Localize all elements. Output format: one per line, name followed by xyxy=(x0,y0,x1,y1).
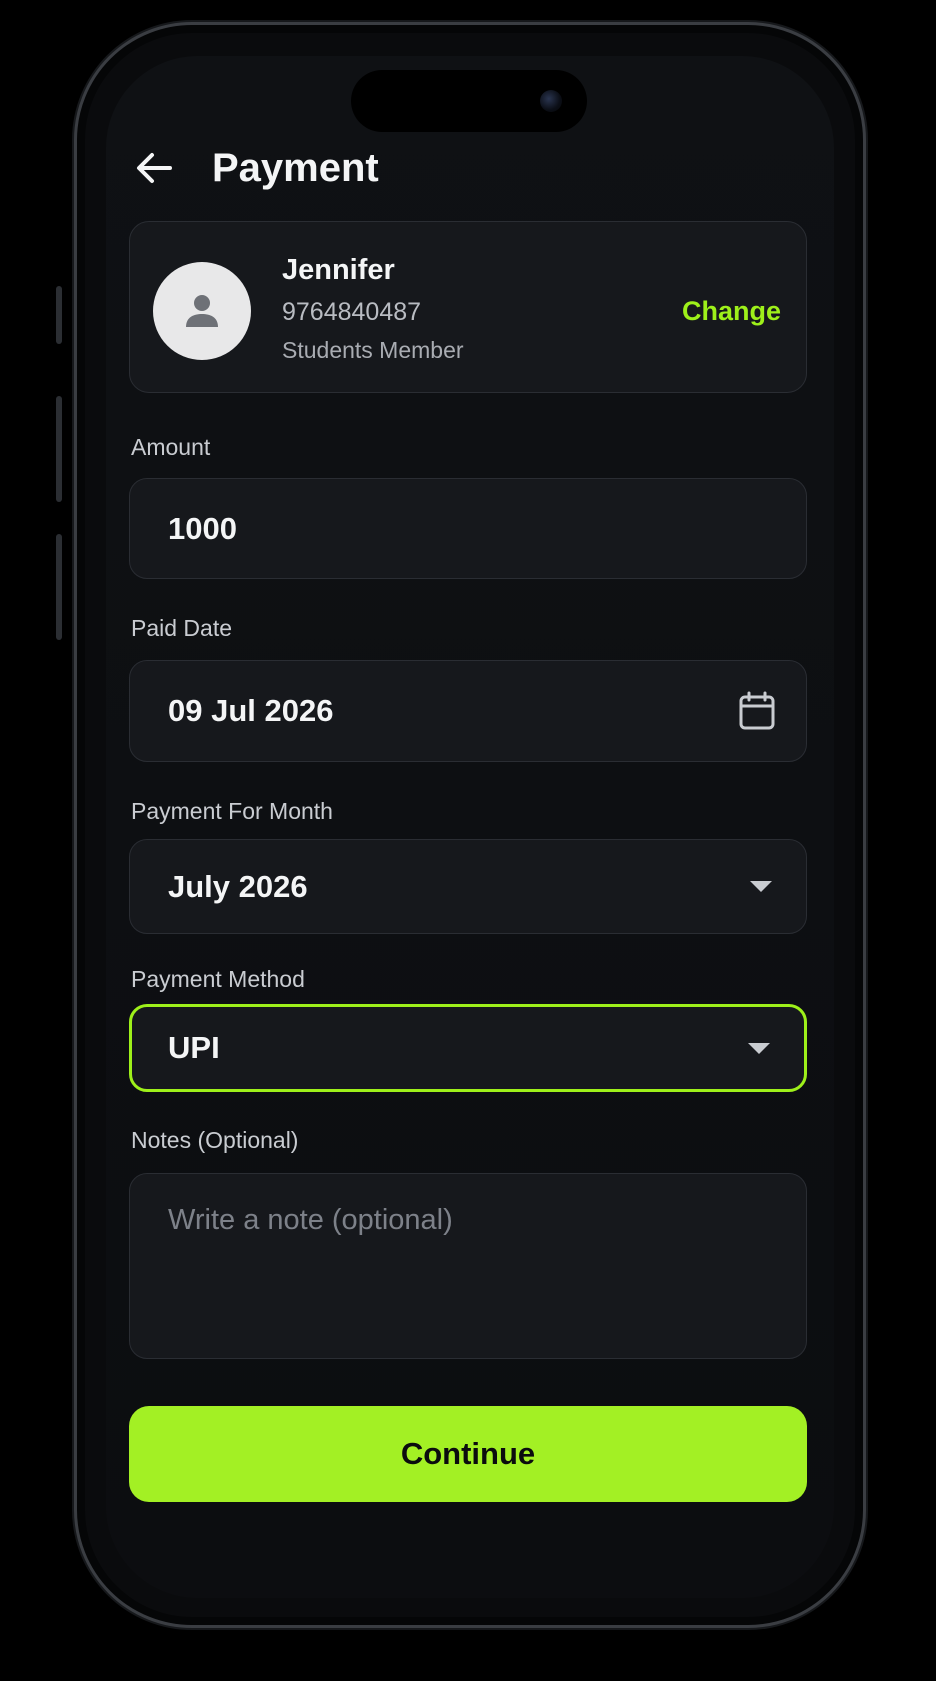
camera-icon xyxy=(540,90,562,112)
member-type: Students Member xyxy=(282,337,464,363)
arrow-left-icon xyxy=(137,153,172,183)
volume-up-button xyxy=(56,396,62,502)
back-button[interactable] xyxy=(130,144,178,192)
payment-method-select[interactable]: UPI xyxy=(129,1004,807,1092)
paid-date-field[interactable]: 09 Jul 2026 xyxy=(129,660,807,762)
caret-down-icon xyxy=(748,1042,770,1054)
payment-method-value: UPI xyxy=(168,1030,220,1065)
volume-down-button xyxy=(56,534,62,640)
calendar-icon[interactable] xyxy=(738,691,776,731)
amount-field[interactable] xyxy=(129,478,807,579)
continue-button[interactable]: Continue xyxy=(129,1406,807,1502)
notes-label: Notes (Optional) xyxy=(131,1127,299,1153)
notes-input[interactable] xyxy=(168,1204,768,1324)
page-title: Payment xyxy=(212,145,379,190)
payment-method-label: Payment Method xyxy=(131,966,305,992)
page-header: Payment xyxy=(130,138,379,198)
action-button xyxy=(56,286,62,344)
caret-down-icon xyxy=(750,881,772,892)
notes-field[interactable] xyxy=(129,1173,807,1359)
paid-date-value: 09 Jul 2026 xyxy=(168,693,334,728)
payment-month-select[interactable]: July 2026 xyxy=(129,839,807,934)
avatar xyxy=(153,262,251,360)
member-phone: 9764840487 xyxy=(282,298,422,326)
payment-month-label: Payment For Month xyxy=(131,798,333,824)
change-member-button[interactable]: Change xyxy=(682,296,781,327)
amount-input[interactable] xyxy=(168,510,776,547)
payment-month-value: July 2026 xyxy=(168,868,308,904)
amount-label: Amount xyxy=(131,434,211,460)
member-name: Jennifer xyxy=(282,254,395,286)
member-card: Jennifer 9764840487 Students Member Chan… xyxy=(129,221,807,393)
person-icon xyxy=(186,295,218,327)
paid-date-label: Paid Date xyxy=(131,615,233,641)
